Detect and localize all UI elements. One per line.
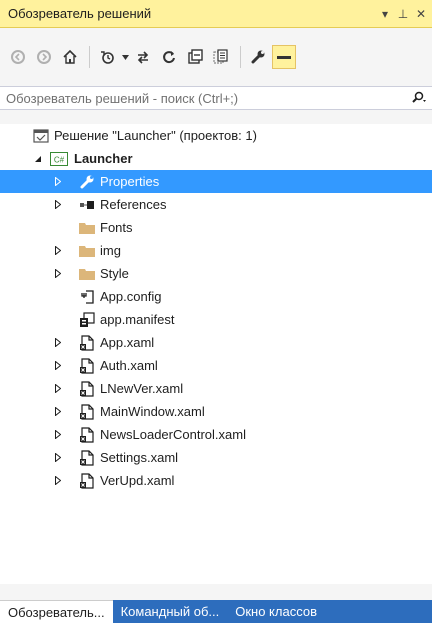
forward-icon <box>37 50 51 64</box>
tree-item-label: VerUpd.xaml <box>100 473 175 488</box>
tree-item-app-config[interactable]: App.config <box>0 285 432 308</box>
tree-item-verupd-xaml[interactable]: VerUpd.xaml <box>0 469 432 492</box>
tab-team-explorer[interactable]: Командный об... <box>113 600 228 623</box>
collapse-all-icon <box>188 49 203 64</box>
preview-icon <box>277 56 291 59</box>
tree-item-label: App.config <box>100 289 162 304</box>
tree-item-project[interactable]: C# Launcher <box>0 147 432 170</box>
tree-item-solution[interactable]: Решение "Launcher" (проектов: 1) <box>0 124 432 147</box>
xaml-file-icon <box>78 423 96 446</box>
tree-item-img[interactable]: img <box>0 239 432 262</box>
wrench-icon <box>251 50 265 64</box>
chevron-down-icon[interactable] <box>121 45 129 69</box>
tab-class-view[interactable]: Окно классов <box>227 600 325 623</box>
collapsed-triangle-icon[interactable] <box>52 331 64 354</box>
references-icon <box>78 193 96 216</box>
xaml-file-icon <box>78 400 96 423</box>
collapsed-triangle-icon[interactable] <box>52 469 64 492</box>
tree-item-app-xaml[interactable]: App.xaml <box>0 331 432 354</box>
tree-item-label: Fonts <box>100 220 133 235</box>
pin-icon[interactable]: ⊥ <box>394 7 412 21</box>
preview-selected-button[interactable] <box>272 45 296 69</box>
tree-item-mainwindow-xaml[interactable]: MainWindow.xaml <box>0 400 432 423</box>
tree-item-label: app.manifest <box>100 312 175 327</box>
expanded-triangle-icon[interactable] <box>32 147 44 170</box>
collapse-all-button[interactable] <box>183 45 207 69</box>
toolbar <box>0 28 432 86</box>
tree-item-style[interactable]: Style <box>0 262 432 285</box>
tree-item-label: NewsLoaderControl.xaml <box>100 427 246 442</box>
tree-item-label: Style <box>100 266 129 281</box>
history-button[interactable] <box>95 45 119 69</box>
panel-title-bar: Обозреватель решений ▾ ⊥ ✕ <box>0 0 432 28</box>
search-icon[interactable] <box>404 91 432 105</box>
tree-item-label: Settings.xaml <box>100 450 179 465</box>
refresh-button[interactable] <box>157 45 181 69</box>
tree-item-lnewver-xaml[interactable]: LNewVer.xaml <box>0 377 432 400</box>
show-all-files-button[interactable] <box>209 45 233 69</box>
config-icon <box>78 285 96 308</box>
tree-item-label: img <box>100 243 121 258</box>
tree-item-label: App.xaml <box>100 335 155 350</box>
tree-item-settings-xaml[interactable]: Settings.xaml <box>0 446 432 469</box>
collapsed-triangle-icon[interactable] <box>52 446 64 469</box>
tree-item-fonts[interactable]: Fonts <box>0 216 432 239</box>
tree-item-label: Properties <box>100 174 160 189</box>
manifest-icon <box>78 308 96 331</box>
search-input[interactable] <box>0 86 404 110</box>
wrench-icon <box>78 170 96 193</box>
toolbar-separator <box>240 46 241 68</box>
tree-item-properties[interactable]: Properties <box>0 170 432 193</box>
refresh-icon <box>163 51 175 64</box>
sync-button[interactable] <box>131 45 155 69</box>
tree-item-label: Решение "Launcher" (проектов: 1) <box>54 128 257 143</box>
panel-title: Обозреватель решений <box>8 6 152 21</box>
collapsed-triangle-icon[interactable] <box>52 423 64 446</box>
collapsed-triangle-icon[interactable] <box>52 170 64 193</box>
forward-button[interactable] <box>32 45 56 69</box>
folder-icon <box>78 262 96 285</box>
xaml-file-icon <box>78 354 96 377</box>
back-icon <box>11 50 25 64</box>
dropdown-icon[interactable]: ▾ <box>376 7 394 21</box>
collapsed-triangle-icon[interactable] <box>52 400 64 423</box>
solution-icon <box>32 124 50 147</box>
tree-item-label: MainWindow.xaml <box>100 404 205 419</box>
xaml-file-icon <box>78 331 96 354</box>
csharp-project-icon: C# <box>50 147 68 170</box>
history-icon <box>101 51 114 64</box>
tree-item-label: References <box>100 197 167 212</box>
search-bar <box>0 86 432 110</box>
tool-window-tabs: Обозреватель... Командный об... Окно кла… <box>0 600 432 623</box>
folder-icon <box>78 216 96 239</box>
xaml-file-icon <box>78 377 96 400</box>
collapsed-triangle-icon[interactable] <box>52 193 64 216</box>
folder-icon <box>78 239 96 262</box>
close-icon[interactable]: ✕ <box>412 7 430 21</box>
show-all-files-icon <box>213 49 228 64</box>
tree-item-app-manifest[interactable]: app.manifest <box>0 308 432 331</box>
collapsed-triangle-icon[interactable] <box>52 377 64 400</box>
back-button[interactable] <box>6 45 30 69</box>
sync-arrows-icon <box>137 51 149 64</box>
xaml-file-icon <box>78 446 96 469</box>
home-button[interactable] <box>58 45 82 69</box>
home-icon <box>63 49 77 64</box>
tree-item-label: Auth.xaml <box>100 358 158 373</box>
tree-item-auth-xaml[interactable]: Auth.xaml <box>0 354 432 377</box>
collapsed-triangle-icon[interactable] <box>52 262 64 285</box>
toolbar-separator <box>89 46 90 68</box>
tree-item-label: LNewVer.xaml <box>100 381 184 396</box>
tab-solution-explorer[interactable]: Обозреватель... <box>0 600 113 623</box>
tree-item-newsloadercontrol-xaml[interactable]: NewsLoaderControl.xaml <box>0 423 432 446</box>
svg-text:C#: C# <box>54 155 65 164</box>
collapsed-triangle-icon[interactable] <box>52 354 64 377</box>
solution-tree[interactable]: Решение "Launcher" (проектов: 1) C# Laun… <box>0 124 432 584</box>
properties-button[interactable] <box>246 45 270 69</box>
tree-item-references[interactable]: References <box>0 193 432 216</box>
collapsed-triangle-icon[interactable] <box>52 239 64 262</box>
xaml-file-icon <box>78 469 96 492</box>
tree-item-label: Launcher <box>74 151 133 166</box>
